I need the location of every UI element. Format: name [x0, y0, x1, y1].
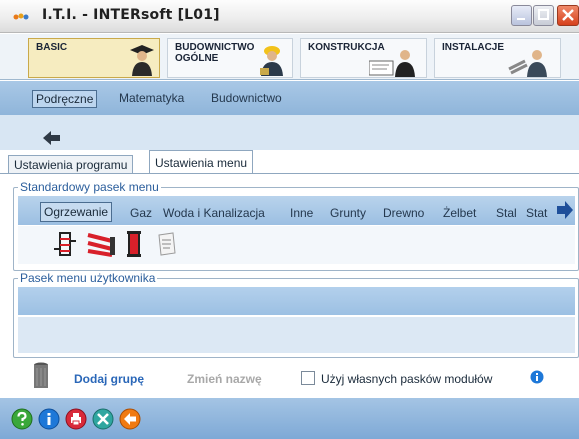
- window-title: I.T.I. - INTERsoft [L01]: [42, 7, 220, 23]
- module-label: INSTALACJE: [442, 42, 505, 53]
- tab-program-settings[interactable]: Ustawienia programu: [8, 155, 134, 174]
- menu-item-gaz[interactable]: Gaz: [130, 206, 152, 220]
- module-label: BASIC: [36, 42, 68, 53]
- category-bar: Podręczne Matematyka Budownictwo: [0, 81, 579, 115]
- module-label: BUDOWNICTWO OGÓLNE: [175, 42, 255, 64]
- info-icon[interactable]: [38, 408, 60, 430]
- builder-figure-icon: [260, 46, 283, 76]
- module-basic[interactable]: BASIC: [28, 38, 160, 78]
- menu-item-stal[interactable]: Stal: [496, 206, 517, 220]
- minimize-icon: [517, 18, 525, 20]
- info-icon[interactable]: [530, 370, 544, 384]
- tools-icon[interactable]: [92, 408, 114, 430]
- module-instalacje[interactable]: INSTALACJE: [434, 38, 561, 78]
- water-pipe-icon[interactable]: [126, 230, 142, 258]
- back-arrow-icon[interactable]: [43, 131, 61, 145]
- user-menu-icons[interactable]: [18, 317, 575, 353]
- menu-item-grunty[interactable]: Grunty: [330, 206, 366, 220]
- close-button[interactable]: [557, 5, 579, 26]
- menu-item-woda[interactable]: Woda i Kanalizacja: [163, 206, 265, 220]
- module-strip: BASIC BUDOWNICTWO OGÓLNE KONSTRUKCJA INS…: [0, 34, 579, 80]
- own-bars-checkbox[interactable]: [301, 371, 315, 385]
- gas-pipes-icon[interactable]: [86, 231, 116, 257]
- app-logo-icon: [13, 13, 29, 20]
- graduate-figure-icon: [130, 45, 154, 76]
- standard-menu-icons: [18, 226, 575, 264]
- maximize-icon: [538, 9, 549, 20]
- scroll-right-icon[interactable]: [556, 200, 574, 220]
- title-bar: I.T.I. - INTERsoft [L01]: [0, 0, 579, 33]
- maximize-button[interactable]: [533, 5, 554, 26]
- user-menu-title: Pasek menu użytkownika: [18, 271, 158, 285]
- menu-item-zelbet[interactable]: Żelbet: [443, 206, 476, 220]
- menu-item-inne[interactable]: Inne: [290, 206, 313, 220]
- tab-divider: [0, 173, 579, 174]
- close-icon: [562, 9, 574, 21]
- document-icon[interactable]: [156, 232, 178, 256]
- minimize-button[interactable]: [511, 5, 532, 26]
- menu-item-ogrzewanie[interactable]: Ogrzewanie: [40, 202, 113, 222]
- toolbar-area: [0, 115, 579, 150]
- trash-icon[interactable]: [33, 362, 49, 390]
- radiator-valve-icon[interactable]: [54, 231, 76, 257]
- plumber-figure-icon: [508, 50, 547, 77]
- engineer-figure-icon: [369, 50, 415, 77]
- user-menu-bar[interactable]: [18, 287, 575, 315]
- menu-item-drewno[interactable]: Drewno: [383, 206, 424, 220]
- exit-icon[interactable]: [119, 408, 141, 430]
- standard-menu-title: Standardowy pasek menu: [18, 180, 161, 194]
- module-budownictwo[interactable]: BUDOWNICTWO OGÓLNE: [167, 38, 293, 78]
- rename-button[interactable]: Zmień nazwę: [187, 372, 262, 386]
- category-podreczne[interactable]: Podręczne: [32, 90, 98, 108]
- own-bars-label: Użyj własnych pasków modułów: [321, 372, 493, 386]
- help-icon[interactable]: [11, 408, 33, 430]
- category-matematyka[interactable]: Matematyka: [116, 90, 187, 106]
- category-budownictwo[interactable]: Budownictwo: [208, 90, 285, 106]
- tab-menu-settings[interactable]: Ustawienia menu: [149, 150, 254, 174]
- add-group-button[interactable]: Dodaj grupę: [74, 372, 144, 386]
- print-icon[interactable]: [65, 408, 87, 430]
- module-konstrukcja[interactable]: KONSTRUKCJA: [300, 38, 427, 78]
- menu-item-stat[interactable]: Stat: [526, 206, 547, 220]
